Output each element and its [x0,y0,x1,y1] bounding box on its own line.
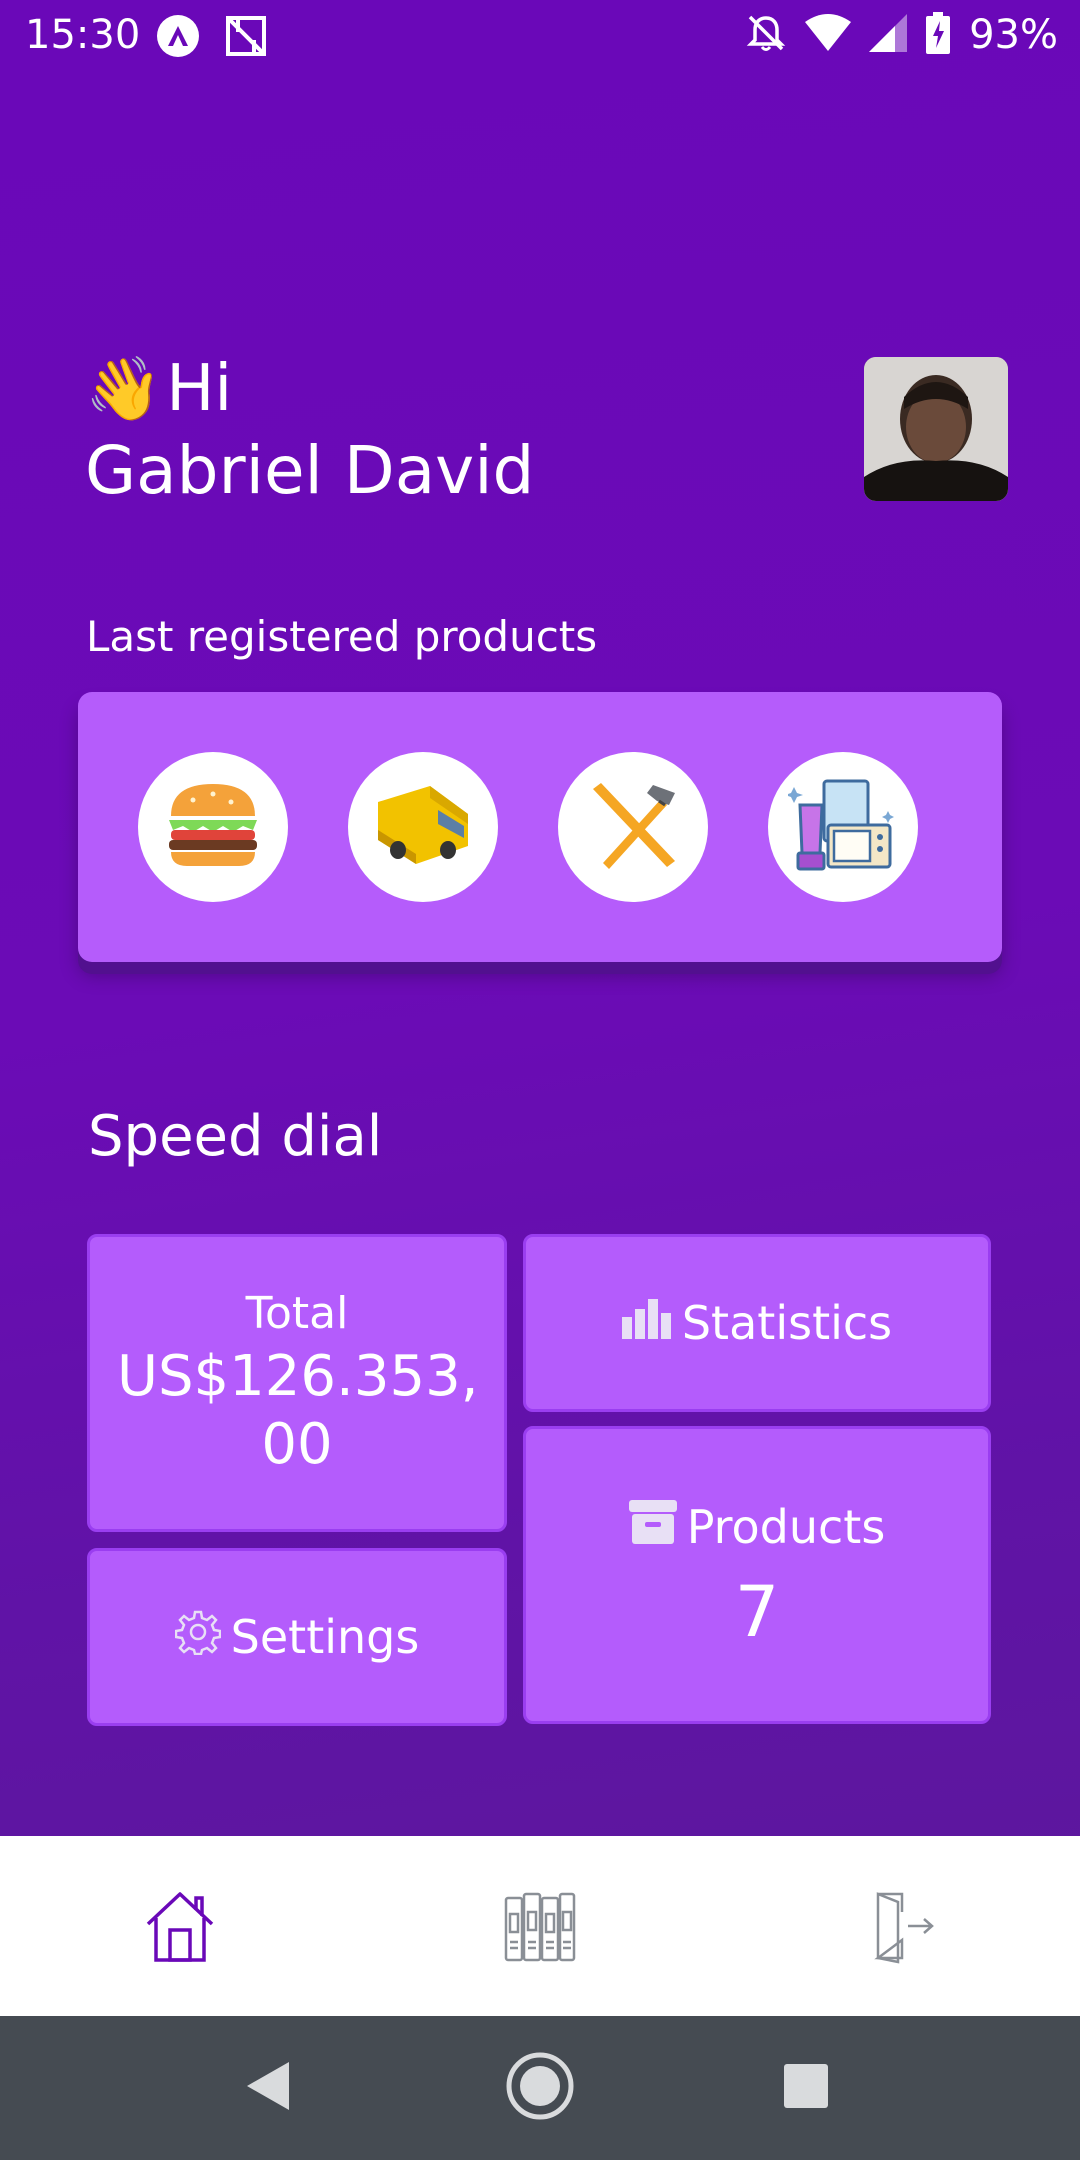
back-triangle-icon [243,2060,293,2116]
settings-button[interactable]: Settings [87,1548,507,1726]
recents-square-icon [783,2063,829,2113]
greeting-hi: Hi [166,352,233,426]
battery-charging-icon [925,12,951,58]
product-item[interactable] [768,752,918,902]
archive-box-icon [628,1498,677,1557]
tools-icon [583,775,683,879]
greeting-hi-row: 👋 Hi [85,348,534,430]
total-tile[interactable]: Total US$126.353, 00 [87,1234,507,1532]
gear-icon [174,1609,221,1666]
greeting: 👋 Hi Gabriel David [85,348,534,509]
nav-home[interactable] [140,1888,220,1968]
speed-dial-title: Speed dial [88,1104,383,1169]
nav-library[interactable] [500,1888,580,1968]
appliances-icon [785,775,898,879]
products-section-label: Last registered products [86,612,598,661]
status-bar: 15:30 93% [0,0,1080,76]
battery-percent: 93% [969,12,1058,58]
user-name: Gabriel David [85,432,535,509]
bar-chart-icon [621,1296,672,1350]
status-icons: 93% [745,12,1058,58]
home-button[interactable] [504,2052,576,2124]
van-icon [368,780,478,874]
nav-logout[interactable] [860,1888,940,1968]
back-button[interactable] [232,2052,304,2124]
library-icon [502,1888,578,1968]
total-value: US$126.353, 00 [117,1343,479,1477]
products-tile[interactable]: Products 7 [523,1426,991,1724]
home-circle-icon [505,2051,575,2125]
home-icon [142,1888,218,1968]
products-label: Products [686,1500,886,1554]
bell-off-icon [745,12,787,58]
system-nav-bar [0,2016,1080,2160]
products-count: 7 [734,1570,780,1653]
statistics-label: Statistics [681,1296,893,1350]
status-time: 15:30 [25,12,141,58]
recents-button[interactable] [770,2052,842,2124]
a-circle-icon [156,14,200,58]
product-item[interactable] [138,752,288,902]
product-item[interactable] [558,752,708,902]
burger-icon [163,780,263,874]
bottom-nav [0,1836,1080,2016]
logout-icon [862,1888,938,1968]
signal-icon [869,14,908,56]
settings-label: Settings [230,1610,420,1664]
products-card [78,692,1002,962]
avatar[interactable] [864,357,1008,501]
total-label: Total [245,1287,349,1339]
wifi-icon [805,14,852,56]
statistics-button[interactable]: Statistics [523,1234,991,1412]
waving-hand-icon: 👋 [85,352,163,425]
crop-icon [224,14,268,58]
product-item[interactable] [348,752,498,902]
